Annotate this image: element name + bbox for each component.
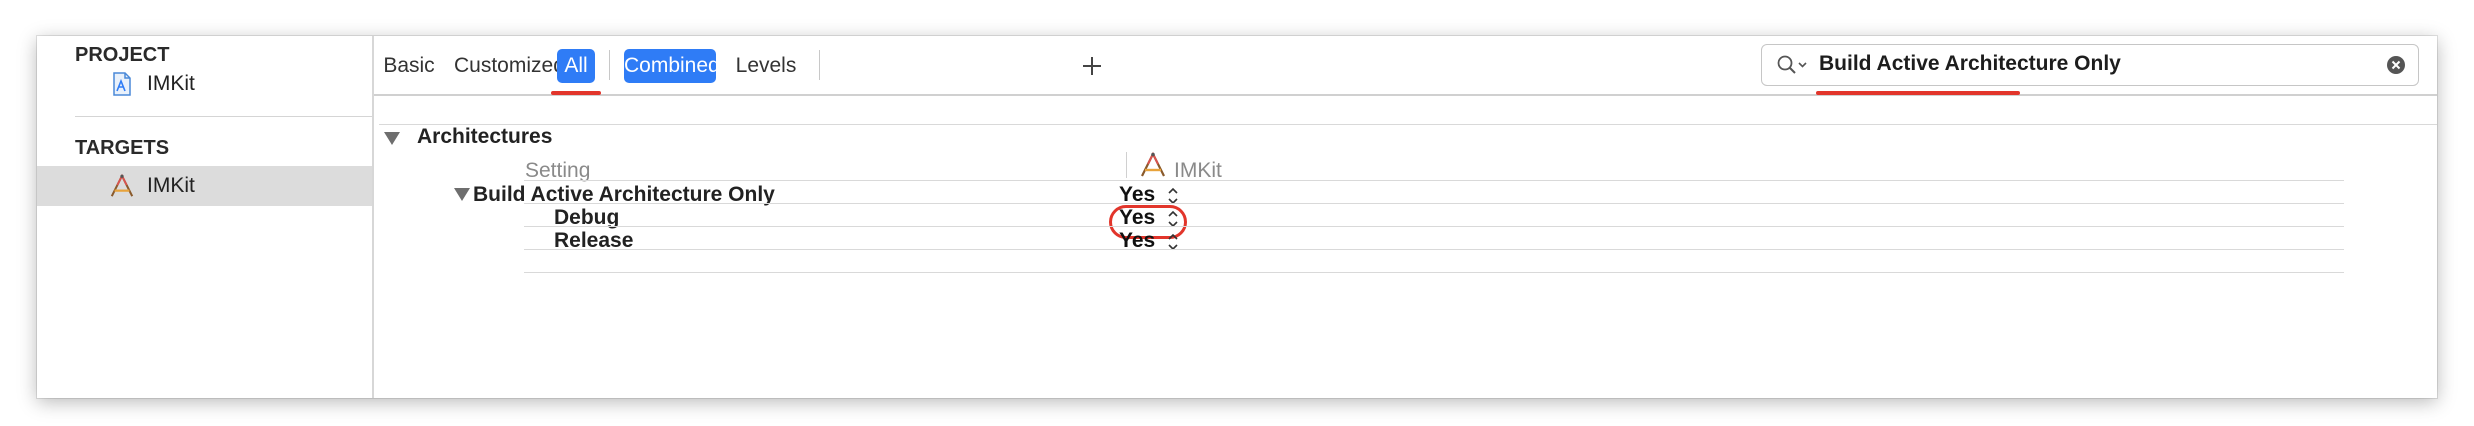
app-target-icon [1141, 151, 1165, 177]
tab-basic[interactable]: Basic [380, 49, 438, 83]
search-annotation-underline [1816, 91, 2020, 95]
search-field[interactable]: Build Active Architecture Only [1761, 44, 2419, 86]
group-separator [379, 124, 2437, 125]
disclosure-triangle-icon[interactable] [384, 132, 400, 145]
clear-icon[interactable] [2386, 55, 2406, 75]
tab-customized[interactable]: Customized [454, 49, 565, 83]
search-input[interactable]: Build Active Architecture Only [1819, 52, 2121, 76]
settings-content: Architectures Setting IMKit Build Active… [374, 96, 2437, 398]
row-separator [524, 249, 2344, 250]
targets-section-header: TARGETS [75, 137, 170, 159]
build-settings-window: PROJECT IMKit TARGETS IMKit Basic Custom… [37, 36, 2437, 398]
sidebar-item-project[interactable]: IMKit [37, 64, 372, 104]
group-title: Architectures [417, 125, 553, 148]
row-separator [524, 203, 2344, 204]
toolbar-separator [609, 50, 610, 80]
disclosure-triangle-icon[interactable] [454, 188, 470, 201]
sidebar-item-target[interactable]: IMKit [37, 166, 372, 206]
plus-icon[interactable] [1074, 48, 1110, 84]
column-divider [1126, 152, 1127, 178]
row-separator [524, 272, 2344, 273]
toolbar-separator [819, 50, 820, 80]
build-settings-toolbar: Basic Customized All Combined Levels Bui… [374, 36, 2437, 96]
app-target-icon [110, 173, 134, 197]
row-separator [524, 180, 2344, 181]
sidebar-divider [75, 116, 372, 117]
view-levels[interactable]: Levels [729, 49, 803, 83]
sidebar-item-project-label: IMKit [147, 72, 195, 95]
view-combined[interactable]: Combined [624, 49, 720, 83]
magnifier-icon[interactable] [1776, 54, 1810, 76]
sidebar: PROJECT IMKit TARGETS IMKit [37, 36, 374, 398]
tab-all-annotation-underline [551, 91, 601, 95]
row-separator [524, 226, 2344, 227]
sidebar-item-target-label: IMKit [147, 174, 195, 197]
tab-all[interactable]: All [557, 49, 595, 83]
project-file-icon [113, 72, 131, 96]
